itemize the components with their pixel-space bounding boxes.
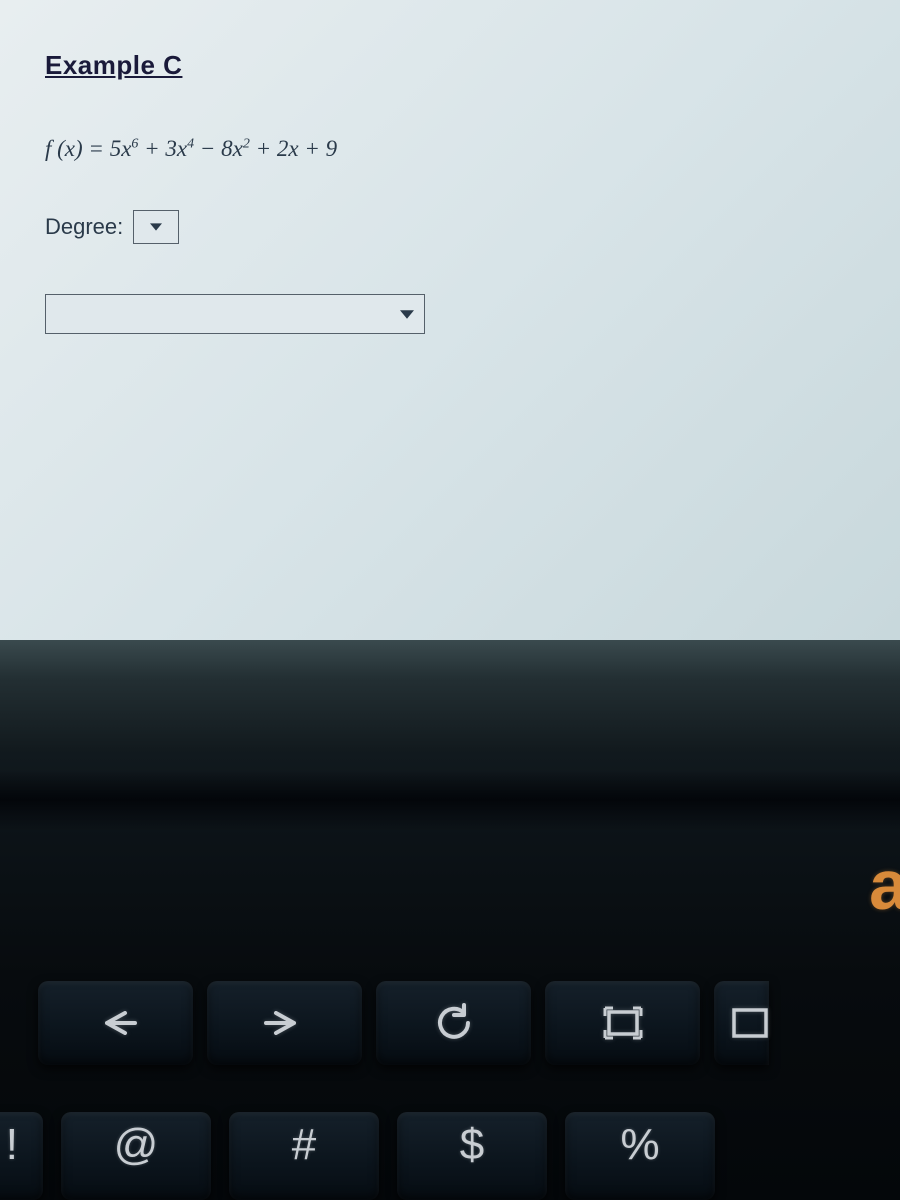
brand-logo-fragment: a bbox=[869, 845, 900, 925]
number-key-row: ! @ # $ % bbox=[8, 1112, 715, 1200]
window-icon bbox=[732, 1008, 768, 1038]
example-title: Example C bbox=[45, 50, 855, 81]
fullscreen-icon bbox=[603, 1006, 643, 1040]
fullscreen-key[interactable] bbox=[545, 981, 700, 1065]
quiz-content-panel: Example C f (x) = 5x6 + 3x4 − 8x2 + 2x +… bbox=[0, 0, 900, 640]
refresh-key[interactable] bbox=[376, 981, 531, 1065]
hash-key[interactable]: # bbox=[229, 1112, 379, 1200]
overview-key[interactable] bbox=[714, 981, 769, 1065]
degree-row: Degree: bbox=[45, 210, 855, 244]
function-key-row bbox=[38, 981, 769, 1065]
forward-key[interactable] bbox=[207, 981, 362, 1065]
polynomial-equation: f (x) = 5x6 + 3x4 − 8x2 + 2x + 9 bbox=[45, 136, 855, 162]
at-key[interactable]: @ bbox=[61, 1112, 211, 1200]
arrow-right-icon bbox=[264, 1009, 306, 1037]
refresh-icon bbox=[434, 1003, 474, 1043]
answer-select[interactable] bbox=[45, 294, 425, 334]
degree-label: Degree: bbox=[45, 214, 123, 240]
dollar-key[interactable]: $ bbox=[397, 1112, 547, 1200]
percent-key[interactable]: % bbox=[565, 1112, 715, 1200]
degree-select[interactable] bbox=[133, 210, 179, 244]
exclaim-key[interactable]: ! bbox=[0, 1112, 43, 1200]
arrow-left-icon bbox=[95, 1009, 137, 1037]
hinge-shadow bbox=[0, 770, 900, 830]
laptop-base: a bbox=[0, 640, 900, 1200]
back-key[interactable] bbox=[38, 981, 193, 1065]
screen-bezel bbox=[0, 640, 900, 750]
